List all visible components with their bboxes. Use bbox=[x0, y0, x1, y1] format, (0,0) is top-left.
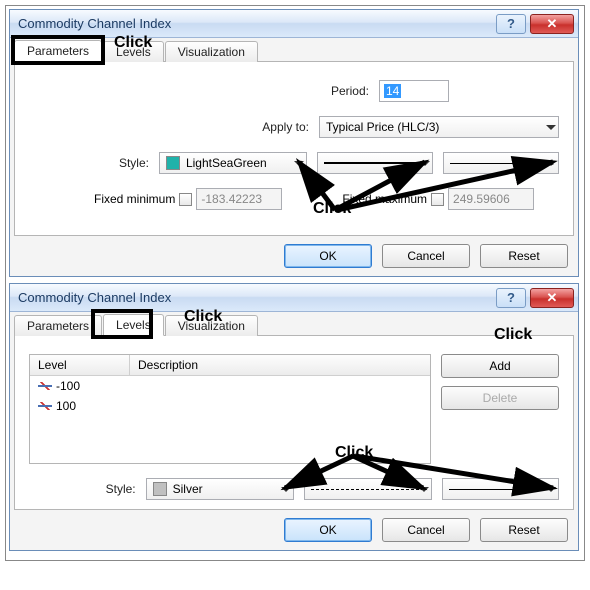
level-line-icon bbox=[38, 382, 52, 390]
fixed-max-label: Fixed maximum bbox=[342, 192, 427, 206]
parameters-panel: Period: 14 Apply to: Typical Price (HLC/… bbox=[14, 61, 574, 236]
levels-panel: Level Description -100 100 Ad bbox=[14, 335, 574, 510]
cci-dialog-levels: Commodity Channel Index ? ✕ Click Click … bbox=[9, 283, 579, 551]
delete-button[interactable]: Delete bbox=[441, 386, 559, 410]
close-button[interactable]: ✕ bbox=[530, 288, 574, 308]
style-color-name: LightSeaGreen bbox=[186, 156, 267, 170]
cci-dialog-parameters: Commodity Channel Index ? ✕ Click Parame… bbox=[9, 9, 579, 277]
help-button[interactable]: ? bbox=[496, 14, 526, 34]
applyto-value: Typical Price (HLC/3) bbox=[326, 120, 439, 134]
table-row[interactable]: -100 bbox=[30, 376, 430, 396]
fixed-min-value: -183.42223 bbox=[201, 192, 262, 206]
style-line-dropdown[interactable] bbox=[304, 478, 432, 500]
chevron-down-icon bbox=[546, 161, 556, 166]
style-width-dropdown[interactable] bbox=[442, 478, 559, 500]
titlebar: Commodity Channel Index ? ✕ bbox=[10, 10, 578, 38]
reset-button[interactable]: Reset bbox=[480, 244, 568, 268]
col-description: Description bbox=[130, 355, 430, 375]
line-sample-dashed bbox=[311, 489, 419, 490]
style-label: Style: bbox=[29, 156, 159, 170]
window-title: Commodity Channel Index bbox=[18, 290, 171, 305]
tab-parameters[interactable]: Parameters bbox=[14, 40, 102, 62]
tabstrip: Parameters Levels Visualization bbox=[14, 314, 574, 336]
table-header: Level Description bbox=[30, 355, 430, 376]
period-label: Period: bbox=[331, 84, 379, 98]
add-button[interactable]: Add bbox=[441, 354, 559, 378]
close-button[interactable]: ✕ bbox=[530, 14, 574, 34]
fixed-max-input[interactable]: 249.59606 bbox=[448, 188, 534, 210]
fixed-min-input[interactable]: -183.42223 bbox=[196, 188, 282, 210]
tab-parameters[interactable]: Parameters bbox=[14, 315, 102, 336]
ok-button[interactable]: OK bbox=[284, 518, 372, 542]
chevron-down-icon bbox=[281, 487, 291, 492]
line-sample-thin bbox=[449, 489, 546, 490]
applyto-label: Apply to: bbox=[262, 120, 319, 134]
chevron-down-icon bbox=[546, 487, 556, 492]
levels-table[interactable]: Level Description -100 100 bbox=[29, 354, 431, 464]
cell-level: -100 bbox=[56, 379, 80, 393]
style-line-dropdown[interactable] bbox=[317, 152, 433, 174]
color-swatch bbox=[166, 156, 180, 170]
period-value: 14 bbox=[384, 84, 401, 98]
tutorial-image-frame: Commodity Channel Index ? ✕ Click Parame… bbox=[5, 5, 585, 561]
tab-visualization[interactable]: Visualization bbox=[165, 315, 258, 336]
color-swatch bbox=[153, 482, 167, 496]
chevron-down-icon bbox=[419, 487, 429, 492]
level-line-icon bbox=[38, 402, 52, 410]
style-color-dropdown[interactable]: LightSeaGreen bbox=[159, 152, 307, 174]
fixed-min-checkbox[interactable] bbox=[179, 193, 192, 206]
fixed-max-checkbox[interactable] bbox=[431, 193, 444, 206]
chevron-down-icon bbox=[420, 161, 430, 166]
cancel-button[interactable]: Cancel bbox=[382, 244, 470, 268]
cell-description bbox=[130, 378, 146, 394]
cell-level: 100 bbox=[56, 399, 76, 413]
applyto-dropdown[interactable]: Typical Price (HLC/3) bbox=[319, 116, 559, 138]
style-color-dropdown[interactable]: Silver bbox=[146, 478, 294, 500]
tab-visualization[interactable]: Visualization bbox=[165, 41, 258, 62]
help-button[interactable]: ? bbox=[496, 288, 526, 308]
fixed-min-label: Fixed minimum bbox=[94, 192, 175, 206]
chevron-down-icon bbox=[546, 125, 556, 130]
col-level: Level bbox=[30, 355, 130, 375]
style-width-dropdown[interactable] bbox=[443, 152, 559, 174]
line-sample-thin bbox=[450, 163, 546, 164]
ok-button[interactable]: OK bbox=[284, 244, 372, 268]
line-sample-solid bbox=[324, 162, 420, 164]
window-title: Commodity Channel Index bbox=[18, 16, 171, 31]
cell-description bbox=[130, 398, 146, 414]
tabstrip: Parameters Levels Visualization bbox=[14, 40, 574, 62]
style-color-name: Silver bbox=[173, 482, 203, 496]
period-input[interactable]: 14 bbox=[379, 80, 449, 102]
table-row[interactable]: 100 bbox=[30, 396, 430, 416]
button-row: OK Cancel Reset bbox=[14, 510, 574, 546]
fixed-max-value: 249.59606 bbox=[453, 192, 510, 206]
button-row: OK Cancel Reset bbox=[14, 236, 574, 272]
chevron-down-icon bbox=[294, 161, 304, 166]
tab-levels[interactable]: Levels bbox=[103, 41, 164, 62]
tab-levels[interactable]: Levels bbox=[103, 314, 164, 336]
titlebar: Commodity Channel Index ? ✕ bbox=[10, 284, 578, 312]
reset-button[interactable]: Reset bbox=[480, 518, 568, 542]
cancel-button[interactable]: Cancel bbox=[382, 518, 470, 542]
style-label: Style: bbox=[29, 482, 146, 496]
